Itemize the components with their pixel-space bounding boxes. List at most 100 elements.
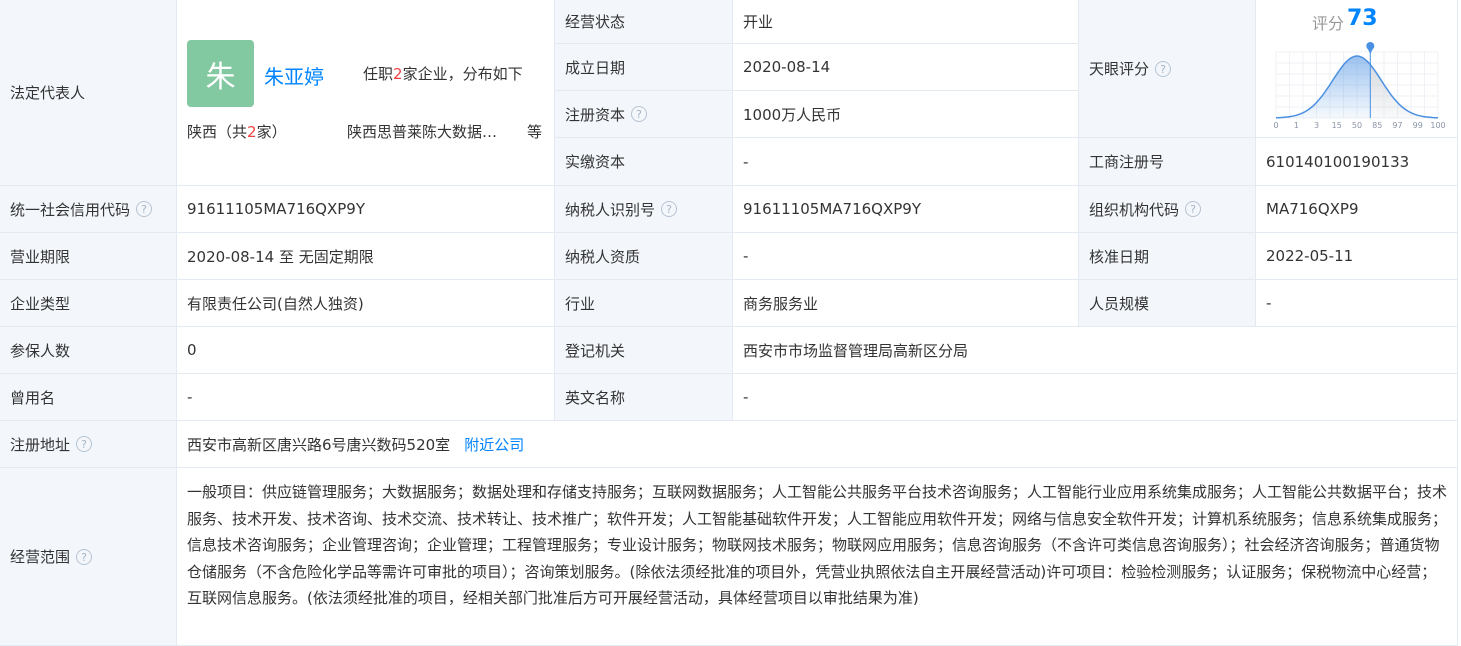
term-value: 2020-08-14 至 无固定期限 <box>187 247 374 266</box>
company-type-label-cell: 企业类型 <box>0 280 177 327</box>
established-value-cell: 2020-08-14 <box>733 44 1079 91</box>
insured-label-cell: 参保人数 <box>0 327 177 374</box>
term-value-cell: 2020-08-14 至 无固定期限 <box>177 233 555 280</box>
company-type-value: 有限责任公司(自然人独资) <box>187 294 364 313</box>
reg-authority-value-cell: 西安市市场监督管理局高新区分局 <box>733 327 1458 374</box>
credit-code-value: 91611105MA716QXP9Y <box>187 200 366 218</box>
biz-reg-no-label-cell: 工商注册号 <box>1079 138 1256 186</box>
x-tick-label: 50 <box>1352 121 1362 130</box>
region-count: 2 <box>247 123 257 141</box>
x-tick-label: 1 <box>1294 121 1299 130</box>
question-circle-icon[interactable]: ? <box>136 201 153 217</box>
biz-reg-no-label: 工商注册号 <box>1089 153 1165 171</box>
industry-label: 行业 <box>565 294 596 313</box>
region-prefix: 陕西（共 <box>187 123 248 141</box>
x-tick-label: 99 <box>1413 121 1423 130</box>
scope-label-cell: 经营范围? <box>0 468 177 646</box>
score-distribution-chart: 0 1 3 15 50 85 97 99 100 <box>1273 42 1446 130</box>
reg-authority-label: 登记机关 <box>565 341 626 360</box>
info-prefix: 任职 <box>363 65 394 83</box>
tax-qual-value-cell: - <box>733 233 1079 280</box>
paid-capital-label-cell: 实缴资本 <box>555 138 733 186</box>
taxpayer-id-value: 91611105MA716QXP9Y <box>743 200 922 218</box>
legal-rep-company[interactable]: 陕西思普莱陈大数据… <box>347 121 497 142</box>
approval-date-label-cell: 核准日期 <box>1079 233 1256 280</box>
company-type-label: 企业类型 <box>10 294 71 313</box>
paid-capital-value-cell: - <box>733 138 1079 186</box>
industry-value-cell: 商务服务业 <box>733 280 1079 327</box>
x-tick-label: 15 <box>1332 121 1342 130</box>
nearby-companies-link[interactable]: 附近公司 <box>464 434 524 455</box>
tax-qual-label: 纳税人资质 <box>565 247 641 266</box>
credit-code-value-cell: 91611105MA716QXP9Y <box>177 186 555 233</box>
insured-value: 0 <box>187 341 197 359</box>
legal-rep-etc: 等 <box>527 123 543 141</box>
question-circle-icon[interactable]: ? <box>76 548 93 565</box>
tax-qual-label-cell: 纳税人资质 <box>555 233 733 280</box>
approval-date-value: 2022-05-11 <box>1266 247 1354 265</box>
biz-reg-no-value-cell: 610140100190133 <box>1256 138 1458 186</box>
reg-capital-value: 1000万人民币 <box>743 105 842 124</box>
taxpayer-id-label: 纳税人识别号 <box>565 200 656 219</box>
reg-capital-value-cell: 1000万人民币 <box>733 91 1079 138</box>
org-code-label: 组织机构代码 <box>1089 200 1180 219</box>
english-name-label-cell: 英文名称 <box>555 374 733 421</box>
address-label: 注册地址 <box>10 435 71 454</box>
legal-rep-label: 法定代表人 <box>10 84 86 102</box>
question-circle-icon[interactable]: ? <box>1185 201 1202 217</box>
term-label-cell: 营业期限 <box>0 233 177 280</box>
tianyan-label: 天眼评分 <box>1089 60 1150 78</box>
distribution-area-below-score <box>1276 56 1371 118</box>
question-circle-icon[interactable]: ? <box>631 106 648 122</box>
former-name-value: - <box>187 388 193 406</box>
company-info-table: 法定代表人 朱 朱亚婷 任职2家企业，分布如下 陕西（共2家） 陕西思普莱陈大数… <box>0 0 1458 646</box>
established-label: 成立日期 <box>565 58 626 77</box>
reg-authority-value: 西安市市场监督管理局高新区分局 <box>743 341 969 360</box>
legal-rep-region: 陕西（共2家） <box>187 121 287 142</box>
tax-qual-value: - <box>743 247 749 265</box>
tianyan-label-cell: 天眼评分? <box>1079 0 1256 138</box>
question-circle-icon[interactable]: ? <box>76 436 93 452</box>
reg-capital-label: 注册资本 <box>565 105 626 124</box>
x-tick-label: 97 <box>1392 121 1402 130</box>
staff-size-value: - <box>1266 294 1272 312</box>
scope-value: 一般项目：供应链管理服务；大数据服务；数据处理和存储支持服务；互联网数据服务；人… <box>187 483 1448 607</box>
status-value-cell: 开业 <box>733 0 1079 44</box>
tianyan-score-cell[interactable]: 评分 73 0 1 3 15 50 85 97 99 100 <box>1256 0 1458 138</box>
term-label: 营业期限 <box>10 247 71 266</box>
avatar[interactable]: 朱 <box>187 40 254 107</box>
info-count: 2 <box>393 65 403 83</box>
status-label-cell: 经营状态 <box>555 0 733 44</box>
insured-label: 参保人数 <box>10 341 71 360</box>
address-value: 西安市高新区唐兴路6号唐兴数码520室 <box>187 435 451 454</box>
question-circle-icon[interactable]: ? <box>1155 60 1172 77</box>
taxpayer-id-value-cell: 91611105MA716QXP9Y <box>733 186 1079 233</box>
english-name-value-cell: - <box>733 374 1458 421</box>
legal-rep-name-link[interactable]: 朱亚婷 <box>264 61 324 90</box>
scope-label: 经营范围 <box>10 548 71 566</box>
industry-label-cell: 行业 <box>555 280 733 327</box>
taxpayer-id-label-cell: 纳税人识别号? <box>555 186 733 233</box>
address-label-cell: 注册地址? <box>0 421 177 468</box>
credit-code-label-cell: 统一社会信用代码? <box>0 186 177 233</box>
established-value: 2020-08-14 <box>743 58 831 76</box>
biz-reg-no-value: 610140100190133 <box>1266 152 1410 171</box>
reg-authority-label-cell: 登记机关 <box>555 327 733 374</box>
staff-size-label-cell: 人员规模 <box>1079 280 1256 327</box>
credit-code-label: 统一社会信用代码 <box>10 200 131 219</box>
reg-capital-label-cell: 注册资本? <box>555 91 733 138</box>
x-tick-labels: 0 1 3 15 50 85 97 99 100 <box>1273 121 1445 130</box>
company-type-value-cell: 有限责任公司(自然人独资) <box>177 280 555 327</box>
question-circle-icon[interactable]: ? <box>661 201 678 217</box>
marker-tip <box>1367 48 1374 54</box>
org-code-label-cell: 组织机构代码? <box>1079 186 1256 233</box>
avatar-char: 朱 <box>205 59 236 95</box>
former-name-label: 曾用名 <box>10 388 56 407</box>
paid-capital-value: - <box>743 152 749 171</box>
paid-capital-label: 实缴资本 <box>565 153 626 171</box>
x-tick-label: 3 <box>1314 121 1319 130</box>
insured-value-cell: 0 <box>177 327 555 374</box>
info-suffix: 家企业，分布如下 <box>402 65 523 83</box>
x-tick-label: 100 <box>1430 121 1445 130</box>
org-code-value-cell: MA716QXP9 <box>1256 186 1458 233</box>
